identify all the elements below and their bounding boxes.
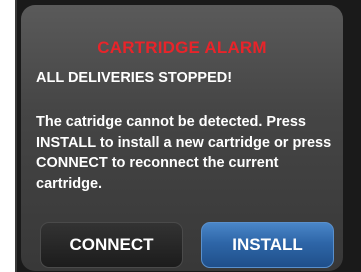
frame-edge <box>15 0 17 272</box>
alarm-subtitle: ALL DELIVERIES STOPPED! <box>36 70 233 86</box>
alarm-dialog: CARTRIDGE ALARM ALL DELIVERIES STOPPED! … <box>21 5 343 271</box>
alarm-message: The catridge cannot be detected. Press I… <box>36 114 332 192</box>
alarm-title: CARTRIDGE ALARM <box>97 38 267 57</box>
install-button[interactable]: INSTALL <box>201 222 334 268</box>
connect-button[interactable]: CONNECT <box>40 222 183 268</box>
